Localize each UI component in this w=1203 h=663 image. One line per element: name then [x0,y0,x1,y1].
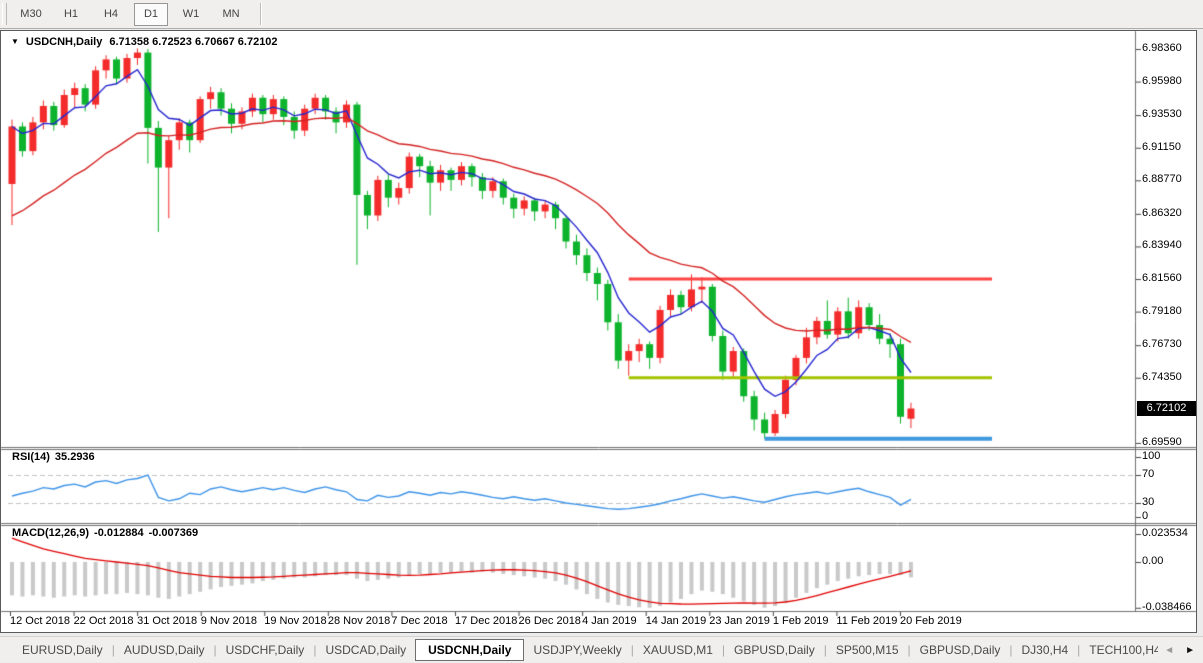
timeframe-button-d1[interactable]: D1 [134,2,168,26]
rsi-label: RSI(14) 35.2936 [12,451,95,463]
price-axis-label: 6.93530 [1142,108,1182,121]
chart-tab-usdcnh[interactable]: USDCNH,Daily [415,638,525,661]
date-axis-label: 28 Nov 2018 [327,615,391,627]
toolbar-grip[interactable] [2,3,7,25]
price-axis-label: 6.79180 [1142,304,1182,317]
macd-label: MACD(12,26,9) -0.012884 -0.007369 [12,527,198,539]
toolbar-divider [260,3,261,25]
rsi-label-text: RSI(14) [12,451,50,463]
chart-title: ▼ USDCNH,Daily 6.71358 6.72523 6.70667 6.7… [11,36,278,48]
macd-axis-label: 0.023534 [1142,526,1188,539]
chart-tab-usdchf[interactable]: USDCHF,Daily [217,639,314,661]
timeframe-button-w1[interactable]: W1 [174,3,208,26]
price-axis-label: 6.88770 [1142,173,1182,186]
chart-tab-audusd[interactable]: AUDUSD,Daily [115,639,214,661]
macd-signal-value: -0.007369 [148,527,199,539]
price-axis-label: 6.74350 [1142,370,1182,383]
date-axis-label: 12 Oct 2018 [10,615,70,627]
date-axis-label: 22 Oct 2018 [73,615,134,627]
rsi-axis-label: 70 [1142,468,1155,480]
chart-tab-sp500[interactable]: SP500,M15 [827,639,908,661]
macd-main-value: -0.012884 [94,527,144,539]
chart-tabs: EURUSD,Daily | AUDUSD,Daily | USDCHF,Daily | U… [0,638,1203,661]
date-axis-label: 11 Feb 2019 [836,615,898,627]
date-axis-label: 20 Feb 2019 [899,615,962,627]
date-axis-label: 7 Dec 2018 [391,615,448,627]
date-axis-label: 17 Dec 2018 [454,615,518,627]
date-axis-label: 1 Feb 2019 [772,615,829,627]
price-axis-label: 6.91150 [1142,140,1181,153]
chart-tab-usdjpy[interactable]: USDJPY,Weekly [524,639,630,661]
macd-axis-label: 0.00 [1142,555,1164,567]
macd-label-text: MACD(12,26,9) [12,527,90,539]
rsi-axis-label: 100 [1142,450,1161,462]
timeframe-toolbar: M30 H1 H4 D1 W1 MN [0,0,1203,29]
symbol-dropdown-icon[interactable]: ▼ [11,37,19,46]
date-axis-label: 14 Jan 2019 [645,615,707,627]
price-axis-label: 6.81560 [1142,272,1182,285]
date-axis-label: 9 Nov 2018 [200,615,257,627]
tabs-scroll-right-icon[interactable]: ► [1185,645,1195,656]
price-axis-label: 6.95980 [1142,74,1182,87]
timeframe-button-mn[interactable]: MN [214,3,248,26]
date-axis-label: 19 Nov 2018 [264,615,327,627]
chart-tab-usdcad[interactable]: USDCAD,Daily [316,639,415,661]
chart-tabs-bar: EURUSD,Daily | AUDUSD,Daily | USDCHF,Daily | U… [0,636,1203,663]
chart-symbol-label: USDCNH,Daily [25,36,103,48]
chart-tab-gbpusd[interactable]: GBPUSD,Daily [725,639,824,661]
rsi-axis-label: 0 [1142,510,1149,522]
timeframe-button-h1[interactable]: H1 [54,3,88,26]
current-price-badge: 6.72102 [1137,401,1196,416]
price-axis-label: 6.76730 [1142,338,1182,351]
rsi-axis-label: 30 [1142,496,1155,508]
tabs-scroll-left-icon[interactable]: ◄ [1164,645,1174,656]
date-axis-label: 23 Jan 2019 [709,615,770,627]
macd-axis-label: -0.038466 [1142,600,1192,613]
price-axis-label: 6.83940 [1142,239,1182,252]
date-axis-label: 4 Jan 2019 [582,615,637,627]
price-chart-canvas[interactable] [0,0,1203,662]
price-axis-label: 6.86320 [1142,206,1182,219]
chart-tab-xauusd[interactable]: XAUUSD,M1 [634,639,722,661]
timeframe-buttons: M30 H1 H4 D1 W1 MN [11,2,251,26]
price-axis-label: 6.98360 [1142,42,1182,54]
chart-ohlc-values: 6.71358 6.72523 6.70667 6.72102 [109,36,278,48]
price-axis-label: 6.69590 [1142,435,1182,448]
tabs-scroll-controls: ◄ ► [1158,637,1203,663]
rsi-value: 35.2936 [54,451,95,463]
timeframe-button-h4[interactable]: H4 [94,3,128,26]
date-axis-label: 31 Oct 2018 [137,615,198,627]
date-axis-label: 26 Dec 2018 [518,615,581,627]
chart-tab-dj30[interactable]: DJ30,H4 [1012,639,1077,661]
chart-tab-eurusd[interactable]: EURUSD,Daily [13,639,112,661]
chart-tab-tech100[interactable]: TECH100,H4 [1080,639,1169,661]
chart-tab-gbpusd[interactable]: GBPUSD,Daily [911,639,1010,661]
timeframe-button-m30[interactable]: M30 [14,3,48,26]
